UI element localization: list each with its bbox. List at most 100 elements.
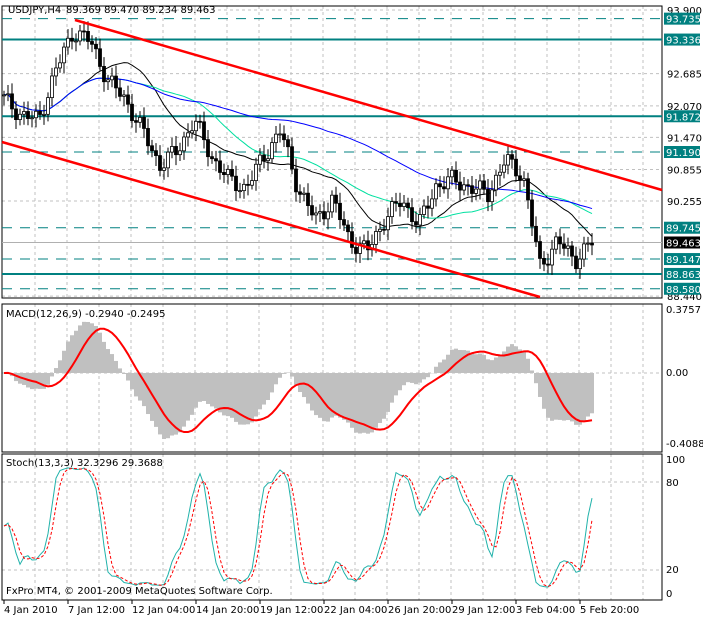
candle-body	[586, 242, 590, 245]
macd-histogram-bar	[182, 373, 186, 427]
macd-histogram-bar	[346, 373, 350, 423]
candle-body	[578, 258, 582, 270]
candle-body	[246, 183, 250, 186]
candle-body	[434, 183, 438, 200]
price-axis-label: 90.855	[667, 166, 702, 177]
stoch-0-label: 0	[666, 589, 672, 600]
macd-histogram-bar	[146, 373, 150, 415]
current-price-label: 89.463	[666, 238, 701, 249]
chart-window[interactable]: 93.900 92.685 92.070 91.470 90.855 90.255 88.4…	[0, 0, 703, 617]
macd-histogram-bar	[202, 373, 206, 402]
macd-histogram-bar	[86, 321, 90, 373]
macd-histogram-bar	[310, 373, 314, 411]
macd-histogram-bar	[530, 370, 534, 373]
macd-histogram-bar	[434, 366, 438, 373]
candle-body	[430, 198, 434, 209]
candle-body	[226, 169, 230, 175]
candle-body	[378, 228, 382, 232]
candle-body	[398, 202, 402, 207]
candle-body	[274, 133, 278, 144]
time-axis-label: 26 Jan 20:00	[388, 605, 451, 616]
macd-histogram-bar	[298, 373, 302, 393]
stoch-indicator	[3, 467, 593, 588]
candle-body	[326, 211, 330, 220]
candle-body	[530, 199, 534, 227]
candle-body	[374, 231, 378, 245]
candle-body	[566, 245, 570, 249]
time-axis-label: 22 Jan 04:00	[324, 605, 387, 616]
candle-body	[142, 117, 146, 129]
candle-body	[542, 258, 546, 265]
candle-body	[38, 110, 42, 115]
macd-histogram-bar	[114, 360, 118, 373]
macd-histogram-bar	[438, 362, 442, 373]
macd-histogram-bar	[490, 360, 494, 373]
candle-body	[442, 186, 446, 190]
macd-histogram-bar	[226, 373, 230, 417]
candle-body	[186, 132, 190, 138]
macd-histogram-bar	[334, 373, 338, 416]
macd-histogram-bar	[58, 360, 62, 373]
candle-body	[170, 146, 174, 153]
macd-histogram-bar	[98, 332, 102, 373]
macd-histogram-bar	[306, 373, 310, 404]
chart-canvas[interactable]: 93.90092.68592.07091.47090.85590.25588.4…	[0, 0, 703, 617]
candle-body	[426, 205, 430, 209]
candle-body	[362, 240, 366, 245]
macd-histogram-bar	[122, 373, 126, 375]
level-tag-label: 91.872	[666, 112, 701, 123]
candle-body	[94, 43, 98, 50]
candle-body	[546, 263, 550, 266]
candle-body	[86, 31, 90, 42]
candle-body	[198, 120, 202, 123]
macd-histogram-bar	[322, 373, 326, 422]
macd-histogram-bar	[186, 373, 190, 421]
macd-indicator	[3, 321, 594, 439]
candle-body	[190, 130, 194, 134]
candle-body	[462, 184, 466, 191]
level-tag-label: 93.336	[666, 36, 701, 47]
candle-body	[306, 192, 310, 206]
macd-histogram-bar	[562, 373, 566, 421]
candle-body	[178, 150, 182, 156]
macd-histogram-bar	[194, 373, 198, 408]
stoch-panel	[1, 453, 663, 601]
macd-histogram-bar	[178, 373, 182, 433]
macd-histogram-bar	[498, 354, 502, 373]
macd-histogram-bar	[354, 373, 358, 433]
candle-body	[514, 158, 518, 177]
candle-body	[450, 169, 454, 178]
macd-histogram-bar	[370, 373, 374, 433]
candle-body	[42, 113, 46, 116]
candle-body	[162, 167, 166, 171]
candle-body	[526, 178, 530, 201]
macd-histogram-bar	[166, 373, 170, 439]
candle-body	[146, 128, 150, 147]
candle-body	[126, 94, 130, 105]
candle-body	[382, 228, 386, 231]
candle-body	[510, 154, 514, 160]
candle-body	[390, 201, 394, 218]
candle-body	[26, 111, 30, 119]
time-axis-label: 29 Jan 12:00	[452, 605, 515, 616]
candle-body	[6, 93, 10, 96]
candle-body	[590, 242, 594, 246]
macd-histogram-bar	[50, 373, 54, 377]
macd-histogram-bar	[290, 373, 294, 377]
candle-body	[318, 211, 322, 214]
macd-histogram-bar	[198, 373, 202, 402]
macd-histogram-bar	[590, 373, 594, 414]
candle-body	[110, 75, 114, 81]
candle-body	[46, 97, 50, 115]
candle-body	[506, 154, 510, 166]
macd-histogram-bar	[130, 373, 134, 390]
macd-histogram-bar	[302, 373, 306, 398]
candle-body	[206, 139, 210, 158]
macd-histogram-bar	[586, 373, 590, 417]
candle-body	[282, 133, 286, 141]
candle-body	[490, 189, 494, 203]
macd-histogram-bar	[38, 373, 42, 389]
level-tag-label: 91.190	[666, 148, 701, 159]
macd-zero-label: 0.00	[666, 368, 688, 379]
time-axis-label: 3 Feb 04:00	[516, 605, 575, 616]
